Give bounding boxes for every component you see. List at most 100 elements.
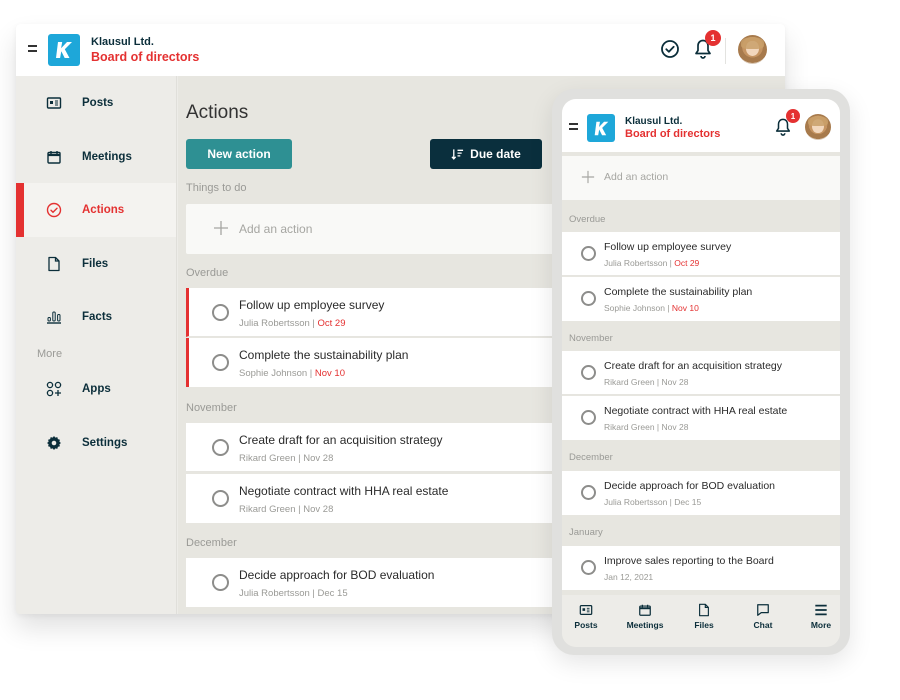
task-complete-checkbox[interactable] <box>581 560 596 575</box>
sidebar-item-settings[interactable]: Settings <box>16 416 176 470</box>
newspaper-icon <box>46 95 62 111</box>
task-title: Follow up employee survey <box>604 241 732 253</box>
sidebar-item-label: Posts <box>82 97 114 109</box>
task-due-date: Jan 12, 2021 <box>604 572 654 582</box>
tab-label: Posts <box>574 620 598 630</box>
task-assignee: Julia Robertsson <box>239 318 310 329</box>
logo-k-glyph <box>56 42 72 58</box>
task-title: Decide approach for BOD evaluation <box>604 480 776 492</box>
task-due-date: Oct 29 <box>317 318 346 329</box>
task-title: Create draft for an acquisition strategy <box>604 360 783 372</box>
task-complete-checkbox[interactable] <box>212 354 229 371</box>
task-row[interactable]: Create draft for an acquisition strategy… <box>562 351 840 395</box>
section-overdue-label: Overdue <box>569 214 606 225</box>
task-assignee: Julia Robertsson <box>604 258 668 268</box>
sidebar-item-label: Actions <box>82 204 125 216</box>
sidebar-item-label: Facts <box>82 311 113 323</box>
sidebar-item-facts[interactable]: Facts <box>16 290 176 344</box>
task-complete-checkbox[interactable] <box>212 490 229 507</box>
tasks-check-icon[interactable] <box>660 39 680 59</box>
section-december-label: December <box>569 452 613 463</box>
task-complete-checkbox[interactable] <box>581 485 596 500</box>
task-due-date: Nov 28 <box>303 453 334 464</box>
menu-toggle-icon[interactable] <box>569 123 579 131</box>
klausul-logo[interactable] <box>587 114 615 142</box>
organization-switcher[interactable]: Klausul Ltd. Board of directors <box>625 117 720 140</box>
task-meta: Julia Robertsson | Oct 29 <box>604 258 700 268</box>
sort-icon <box>451 148 464 160</box>
tab-meetings[interactable]: Meetings <box>617 603 673 630</box>
task-complete-checkbox[interactable] <box>212 574 229 591</box>
logo-k-glyph <box>594 121 608 135</box>
sidebar-item-label: Meetings <box>82 151 132 163</box>
task-meta: Jan 12, 2021 <box>604 572 653 582</box>
task-complete-checkbox[interactable] <box>581 365 596 380</box>
tab-files[interactable]: Files <box>676 603 732 630</box>
sort-due-date-button[interactable]: Due date <box>430 139 542 169</box>
task-title: Negotiate contract with HHA real estate <box>604 405 788 417</box>
notification-badge: 1 <box>786 109 800 123</box>
sidebar-item-meetings[interactable]: Meetings <box>16 130 176 184</box>
task-title: Follow up employee survey <box>239 298 385 312</box>
sidebar: Posts Meetings Actions Files Facts More … <box>16 76 177 614</box>
task-assignee: Julia Robertsson <box>239 588 310 599</box>
bar-chart-icon <box>46 309 62 325</box>
task-complete-checkbox[interactable] <box>581 246 596 261</box>
task-title: Complete the sustainability plan <box>239 348 409 362</box>
sidebar-item-label: Settings <box>82 437 128 449</box>
task-complete-checkbox[interactable] <box>212 304 229 321</box>
task-assignee: Rikard Green <box>239 504 296 515</box>
gear-icon <box>46 435 62 451</box>
task-assignee: Sophie Johnson <box>239 368 308 379</box>
user-avatar[interactable] <box>805 114 831 140</box>
sidebar-item-apps[interactable]: Apps <box>16 362 176 416</box>
organization-switcher[interactable]: Klausul Ltd. Board of directors <box>91 37 199 64</box>
tab-label: Files <box>694 620 714 630</box>
task-title: Create draft for an acquisition strategy <box>239 433 443 447</box>
new-action-button[interactable]: New action <box>186 139 292 169</box>
tab-chat[interactable]: Chat <box>735 603 791 630</box>
add-action-input[interactable]: Add an action <box>562 156 840 200</box>
tab-more[interactable]: More <box>793 603 840 630</box>
user-avatar[interactable] <box>738 35 767 64</box>
sidebar-item-posts[interactable]: Posts <box>16 76 176 130</box>
klausul-logo[interactable] <box>48 34 80 66</box>
sidebar-item-files[interactable]: Files <box>16 237 176 291</box>
menu-icon <box>815 604 827 616</box>
tab-posts[interactable]: Posts <box>562 603 614 630</box>
task-due-date: Oct 29 <box>674 258 700 268</box>
task-meta: Julia Robertsson | Dec 15 <box>604 497 702 507</box>
check-circle-icon <box>46 202 62 218</box>
task-row[interactable]: Decide approach for BOD evaluation Julia… <box>562 471 840 515</box>
file-icon <box>699 603 709 617</box>
task-due-date: Nov 10 <box>671 303 699 313</box>
task-meta: Julia Robertsson | Dec 15 <box>239 588 348 599</box>
task-complete-checkbox[interactable] <box>212 439 229 456</box>
task-row[interactable]: Complete the sustainability plan Sophie … <box>562 277 840 321</box>
task-assignee: Rikard Green <box>604 422 655 432</box>
company-name: Klausul Ltd. <box>625 116 683 127</box>
plus-icon <box>214 221 228 235</box>
task-due-date: Nov 10 <box>314 368 345 379</box>
task-complete-checkbox[interactable] <box>581 291 596 306</box>
task-title: Negotiate contract with HHA real estate <box>239 484 449 498</box>
task-row[interactable]: Negotiate contract with HHA real estate … <box>562 396 840 440</box>
task-complete-checkbox[interactable] <box>581 410 596 425</box>
things-to-do-label: Things to do <box>186 182 247 194</box>
task-title: Improve sales reporting to the Board <box>604 555 774 567</box>
topbar-divider <box>725 38 726 64</box>
menu-toggle-icon[interactable] <box>28 45 38 53</box>
board-name: Board of directors <box>91 50 200 64</box>
section-december-label: December <box>186 537 237 549</box>
top-bar: Klausul Ltd. Board of directors 1 <box>16 24 785 76</box>
task-meta: Rikard Green | Nov 28 <box>239 504 334 515</box>
task-row[interactable]: Follow up employee survey Julia Robertss… <box>562 232 840 276</box>
mobile-top-bar: Klausul Ltd. Board of directors 1 <box>562 99 840 152</box>
sort-label: Due date <box>470 147 521 161</box>
file-icon <box>46 256 62 272</box>
sidebar-item-label: Files <box>82 258 109 270</box>
task-assignee: Rikard Green <box>604 377 655 387</box>
sidebar-item-actions[interactable]: Actions <box>16 183 176 237</box>
plus-icon <box>581 170 595 184</box>
task-row[interactable]: Improve sales reporting to the Board Jan… <box>562 546 840 590</box>
